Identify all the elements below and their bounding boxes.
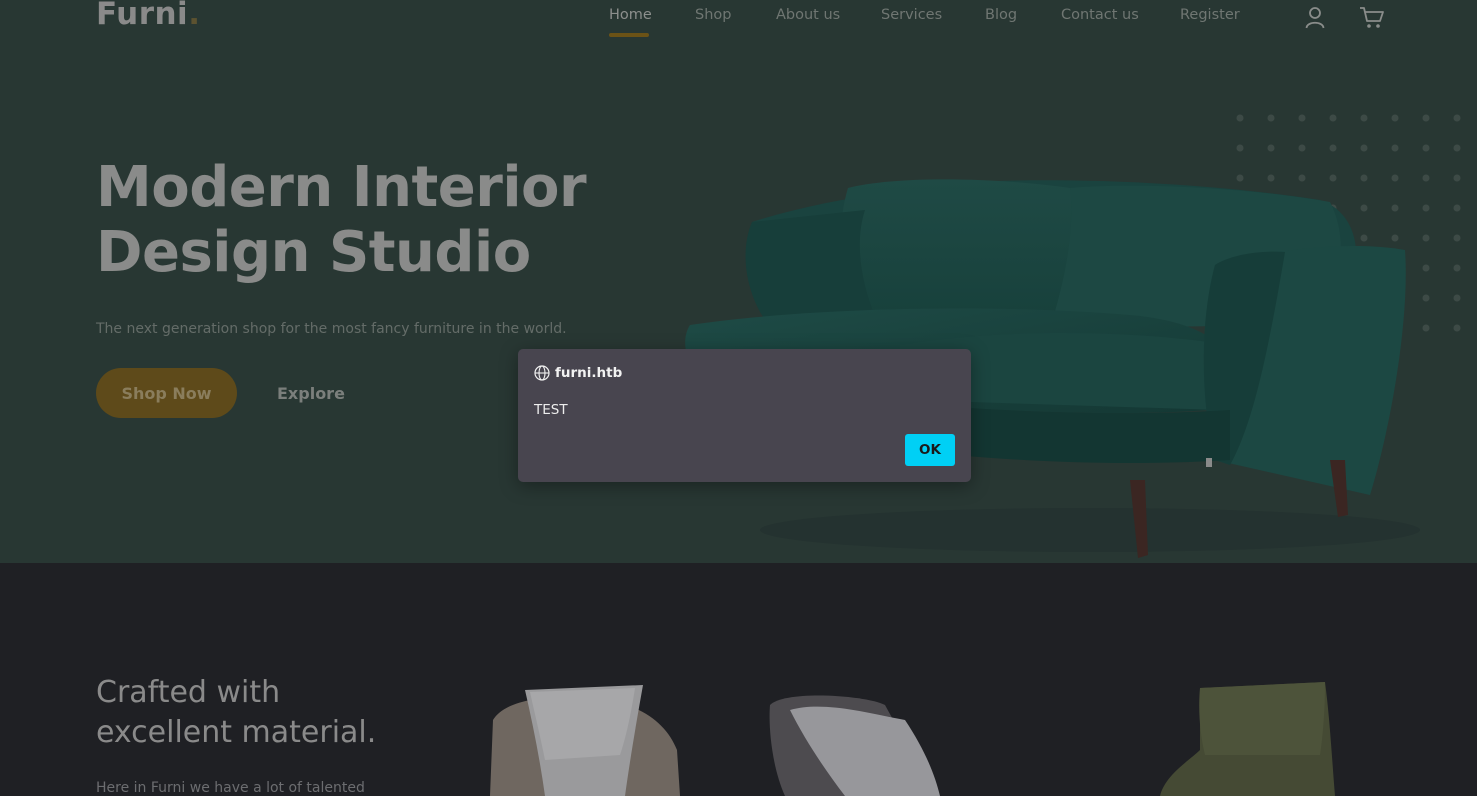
hero-title: Modern Interior Design Studio	[96, 155, 587, 285]
product-chair-beige-image[interactable]	[485, 680, 685, 796]
hero-title-line-1: Modern Interior	[96, 155, 587, 220]
section-title-line-1: Crafted with	[96, 675, 281, 710]
section-description: Here in Furni we have a lot of talented	[96, 780, 365, 796]
alert-dialog: furni.htb TEST OK	[518, 349, 971, 482]
nav-link-home[interactable]: Home	[609, 7, 652, 23]
nav-link-blog[interactable]: Blog	[985, 7, 1017, 23]
site-logo[interactable]: Furni.	[96, 0, 200, 32]
nav-active-indicator	[609, 33, 649, 37]
section-title-line-2: excellent material.	[96, 715, 377, 750]
product-chair-grey-image[interactable]	[765, 690, 945, 796]
shop-now-button[interactable]: Shop Now	[96, 368, 237, 418]
dialog-origin-text: furni.htb	[555, 365, 623, 381]
hero-title-line-2: Design Studio	[96, 220, 531, 285]
nav-link-about[interactable]: About us	[776, 7, 840, 23]
dialog-message: TEST	[534, 402, 568, 418]
nav-link-services[interactable]: Services	[881, 7, 942, 23]
dialog-origin: furni.htb	[534, 365, 622, 381]
ok-button[interactable]: OK	[905, 434, 955, 466]
nav-link-contact[interactable]: Contact us	[1061, 7, 1139, 23]
nav-link-register[interactable]: Register	[1180, 7, 1240, 23]
explore-button[interactable]: Explore	[277, 384, 345, 403]
logo-text: Furni	[96, 0, 189, 32]
globe-icon	[534, 365, 550, 381]
product-chair-green-image[interactable]	[1160, 680, 1340, 796]
hero-subtitle: The next generation shop for the most fa…	[96, 321, 567, 337]
user-icon[interactable]	[1303, 4, 1329, 30]
section-title: Crafted with excellent material.	[96, 673, 376, 753]
cart-icon[interactable]	[1358, 4, 1384, 30]
nav-link-shop[interactable]: Shop	[695, 7, 731, 23]
navbar: Furni. Home Shop About us Services Blog …	[0, 0, 1477, 40]
logo-dot: .	[188, 0, 201, 32]
